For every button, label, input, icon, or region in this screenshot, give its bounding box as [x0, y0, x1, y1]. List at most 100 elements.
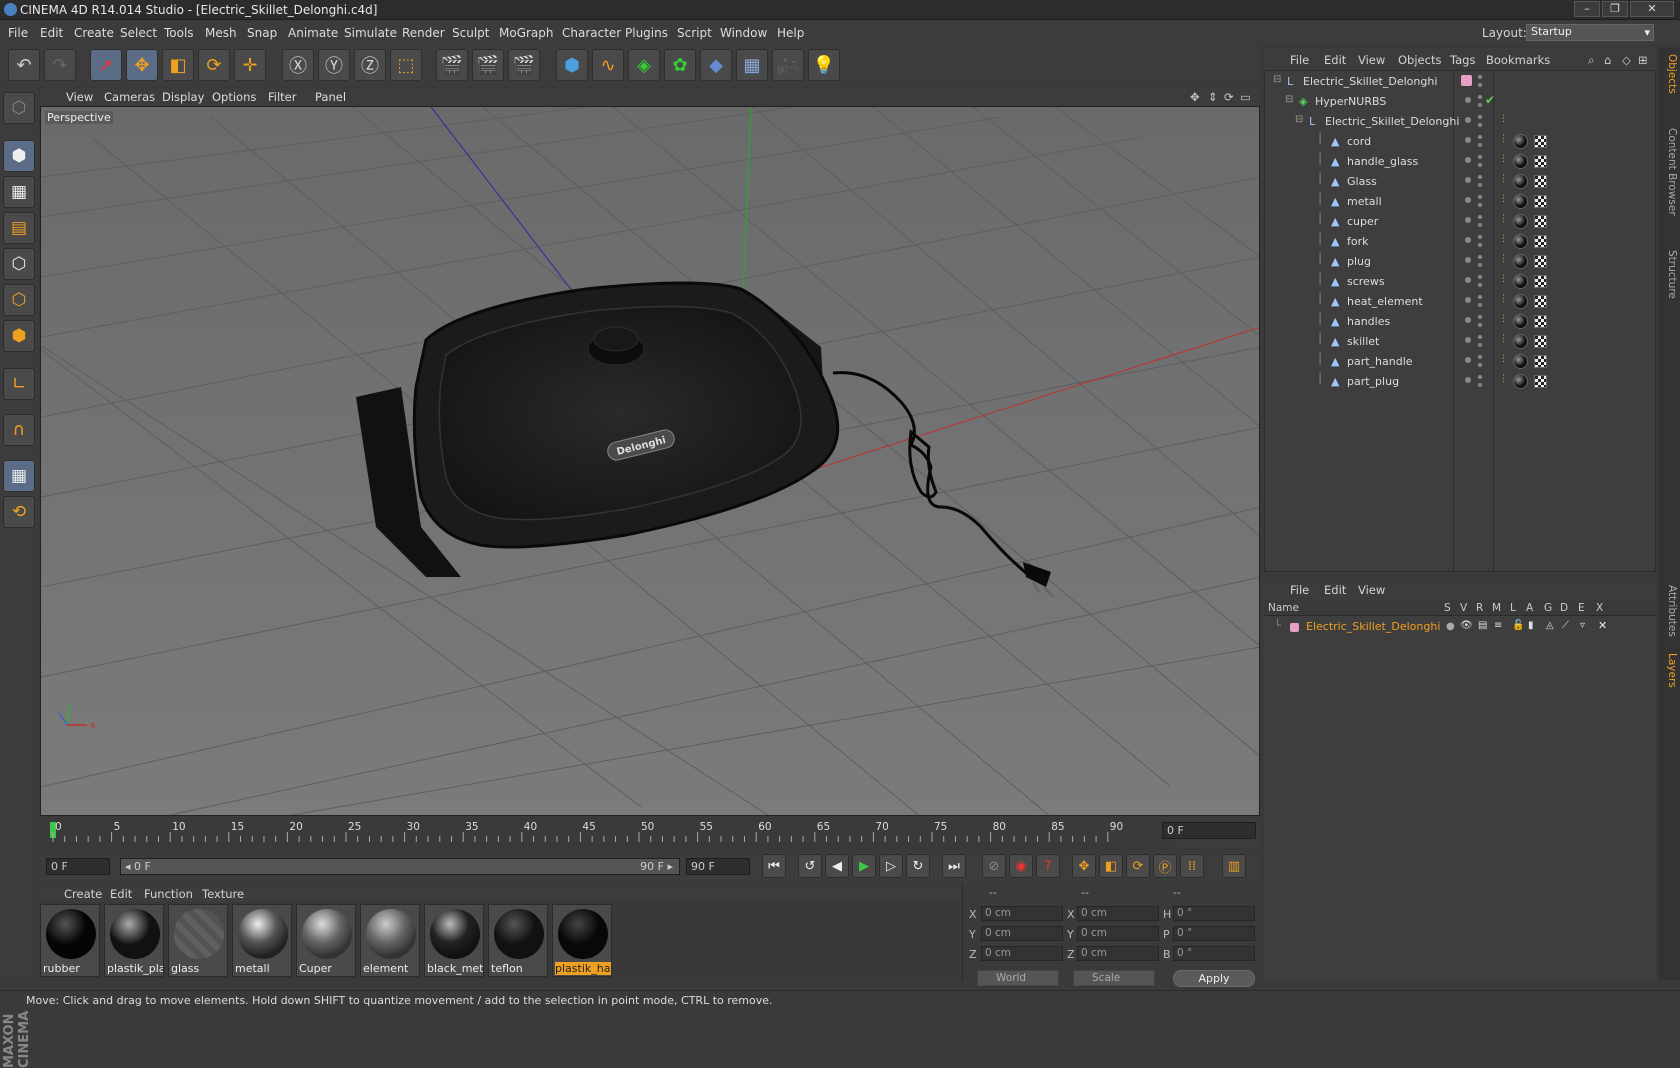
uvw-tag-icon[interactable] [1534, 275, 1547, 288]
layer-visible-icon[interactable]: 👁 [1460, 620, 1473, 631]
key-rotation-button[interactable]: ⟳ [1126, 854, 1150, 878]
minimize-button[interactable]: – [1574, 1, 1600, 17]
viewport-menu-view[interactable]: View [66, 90, 93, 104]
render-visibility-dot[interactable] [1478, 295, 1482, 299]
coord-size-z-field[interactable]: 0 cm [1077, 946, 1159, 961]
locked-workplane-button[interactable]: ⟲ [3, 496, 35, 528]
key-scale-button[interactable]: ◧ [1099, 854, 1123, 878]
tab-objects[interactable]: Objects [1660, 50, 1678, 98]
tab-attributes[interactable]: Attributes [1660, 578, 1678, 644]
add-array-button[interactable]: ✿ [664, 49, 696, 81]
render-visibility-dot[interactable] [1478, 203, 1482, 207]
editor-visibility-dot[interactable] [1465, 197, 1471, 203]
material-menu-edit[interactable]: Edit [110, 887, 132, 901]
layers-menu-file[interactable]: File [1290, 583, 1309, 597]
coord-rot-p-field[interactable]: 0 ° [1173, 926, 1255, 941]
undo-button[interactable]: ↶ [8, 49, 40, 81]
coordinate-system-button[interactable]: ⬚ [390, 49, 422, 81]
render-visibility-dot[interactable] [1478, 135, 1482, 139]
search-icon[interactable]: ⌕ [1588, 53, 1594, 68]
menu-animate[interactable]: Animate [288, 26, 338, 40]
phong-tag-icon[interactable]: ⋮ [1499, 234, 1508, 248]
enabled-check-icon[interactable]: ✔ [1485, 93, 1495, 107]
menu-script[interactable]: Script [677, 26, 712, 40]
render-visibility-dot[interactable] [1478, 263, 1482, 267]
phong-tag-icon[interactable]: ⋮ [1499, 154, 1508, 168]
expand-toggle-icon[interactable]: ⊟ [1273, 74, 1281, 85]
material-menu-function[interactable]: Function [144, 887, 193, 901]
material-tag-icon[interactable] [1513, 154, 1528, 169]
object-row[interactable]: │ ▲ heat_element ⋮ [1265, 292, 1655, 312]
menu-plugins[interactable]: Plugins [625, 26, 668, 40]
workplane-mode-button[interactable]: ▤ [3, 212, 35, 244]
editor-visibility-dot[interactable] [1465, 317, 1471, 323]
material-tag-icon[interactable] [1513, 234, 1528, 249]
render-visibility-dot[interactable] [1478, 75, 1482, 79]
editor-visibility-dot[interactable] [1465, 177, 1471, 183]
phong-tag-icon[interactable]: ⋮ [1499, 374, 1508, 388]
render-visibility-dot[interactable] [1478, 95, 1482, 99]
redo-button[interactable]: ↷ [44, 49, 76, 81]
render-visibility-dot[interactable] [1478, 275, 1482, 279]
max-frame-field[interactable]: 90 F [686, 858, 750, 875]
close-button[interactable]: ✕ [1630, 1, 1674, 17]
material-tag-icon[interactable] [1513, 314, 1528, 329]
object-row[interactable]: │ ▲ screws ⋮ [1265, 272, 1655, 292]
apply-button[interactable]: Apply [1173, 970, 1255, 987]
model-mode-button[interactable]: ⬢ [3, 140, 35, 172]
make-editable-button[interactable]: ⬡ [3, 92, 35, 124]
coord-mode-select[interactable]: World [977, 970, 1059, 986]
recent-tool-button[interactable]: ✛ [234, 49, 266, 81]
render-visibility-dot[interactable] [1478, 123, 1482, 127]
material-tag-icon[interactable] [1513, 174, 1528, 189]
menu-sculpt[interactable]: Sculpt [452, 26, 489, 40]
edges-mode-button[interactable]: ⬡ [3, 284, 35, 316]
coord-rot-h-field[interactable]: 0 ° [1173, 906, 1255, 921]
layer-color-swatch[interactable] [1461, 75, 1472, 86]
phong-tag-icon[interactable]: ⋮ [1499, 294, 1508, 308]
add-floor-button[interactable]: ▦ [736, 49, 768, 81]
render-visibility-dot[interactable] [1478, 243, 1482, 247]
phong-tag-icon[interactable]: ⋮ [1499, 314, 1508, 328]
filter-icon[interactable]: ◇ [1622, 53, 1631, 67]
record-off-button[interactable]: ⊘ [982, 854, 1006, 878]
object-row[interactable]: ⊟ ◈ HyperNURBS ✔ [1265, 92, 1655, 112]
polygons-mode-button[interactable]: ⬢ [3, 320, 35, 352]
object-row[interactable]: ⊟ L Electric_Skillet_Delonghi [1265, 72, 1655, 92]
uvw-tag-icon[interactable] [1534, 335, 1547, 348]
menu-help[interactable]: Help [777, 26, 804, 40]
render-visibility-dot[interactable] [1478, 163, 1482, 167]
layer-xref-icon[interactable]: ✕ [1598, 619, 1607, 632]
record-button[interactable]: ◉ [1009, 854, 1033, 878]
render-visibility-dot[interactable] [1478, 223, 1482, 227]
material-tag-icon[interactable] [1513, 354, 1528, 369]
editor-visibility-dot[interactable] [1465, 97, 1471, 103]
material-black-meta[interactable]: black_meta [424, 904, 484, 977]
maximize-button[interactable]: ❐ [1602, 1, 1628, 17]
uvw-tag-icon[interactable] [1534, 355, 1547, 368]
menu-character[interactable]: Character [562, 26, 621, 40]
render-visibility-dot[interactable] [1478, 283, 1482, 287]
render-visibility-dot[interactable] [1478, 343, 1482, 347]
uvw-tag-icon[interactable] [1534, 255, 1547, 268]
render-visibility-dot[interactable] [1478, 215, 1482, 219]
add-camera-button[interactable]: 🎥 [772, 49, 804, 81]
render-visibility-dot[interactable] [1478, 323, 1482, 327]
objects-menu-objects[interactable]: Objects [1398, 53, 1441, 67]
render-visibility-dot[interactable] [1478, 375, 1482, 379]
editor-visibility-dot[interactable] [1465, 277, 1471, 283]
editor-visibility-dot[interactable] [1465, 337, 1471, 343]
viewport-menu-display[interactable]: Display [162, 90, 204, 104]
layer-row[interactable]: └ Electric_Skillet_Delonghi ● 👁 ▤ ≡ 🔓 ▮ … [1264, 618, 1654, 636]
add-nurbs-button[interactable]: ◈ [628, 49, 660, 81]
uvw-tag-icon[interactable] [1534, 155, 1547, 168]
object-row[interactable]: │ ▲ cord ⋮ [1265, 132, 1655, 152]
layers-menu-view[interactable]: View [1358, 583, 1385, 597]
phong-tag-icon[interactable]: ⋮ [1499, 174, 1508, 188]
menu-mograph[interactable]: MoGraph [499, 26, 554, 40]
live-selection-button[interactable]: ➚ [90, 49, 122, 81]
coord-pos-y-field[interactable]: 0 cm [981, 926, 1063, 941]
object-row[interactable]: │ ▲ cuper ⋮ [1265, 212, 1655, 232]
phong-tag-icon[interactable]: ⋮ [1499, 334, 1508, 348]
coord-rot-b-field[interactable]: 0 ° [1173, 946, 1255, 961]
